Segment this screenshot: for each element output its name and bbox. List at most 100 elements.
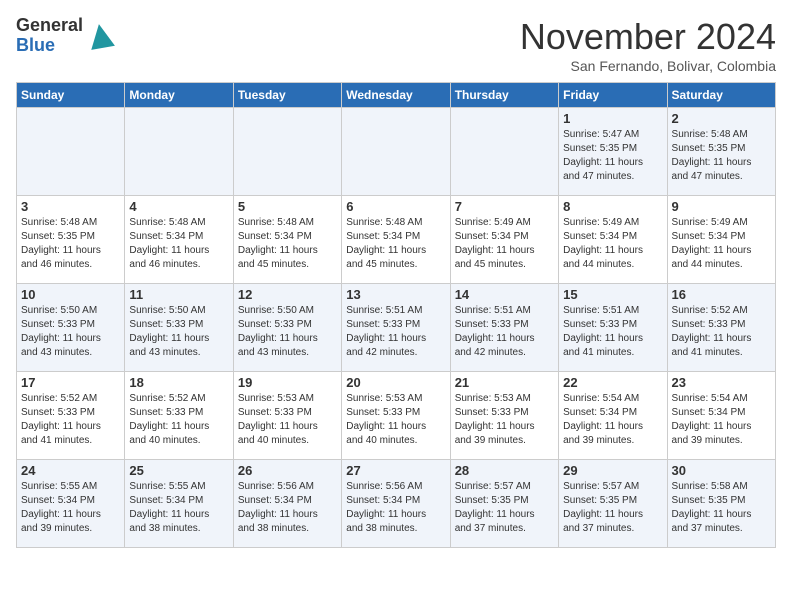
day-info: Sunrise: 5:53 AM Sunset: 5:33 PM Dayligh… [455, 392, 554, 448]
day-info: Sunrise: 5:58 AM Sunset: 5:35 PM Dayligh… [672, 480, 771, 536]
calendar-cell: 19 Sunrise: 5:53 AM Sunset: 5:33 PM Dayli… [233, 372, 341, 460]
calendar-cell [342, 108, 450, 196]
day-info: Sunrise: 5:52 AM Sunset: 5:33 PM Dayligh… [129, 392, 228, 448]
calendar-table: SundayMondayTuesdayWednesdayThursdayFrid… [16, 82, 776, 548]
day-number: 17 [21, 375, 120, 390]
day-info: Sunrise: 5:48 AM Sunset: 5:35 PM Dayligh… [21, 216, 120, 272]
logo-icon [87, 22, 115, 50]
calendar-cell: 24 Sunrise: 5:55 AM Sunset: 5:34 PM Dayli… [17, 460, 125, 548]
day-number: 1 [563, 111, 662, 126]
day-info: Sunrise: 5:53 AM Sunset: 5:33 PM Dayligh… [238, 392, 337, 448]
calendar-cell: 28Sunrise: 5:57 AM Sunset: 5:35 PM Dayli… [450, 460, 558, 548]
calendar-week-4: 24 Sunrise: 5:55 AM Sunset: 5:34 PM Dayli… [17, 460, 776, 548]
calendar-cell: 8 Sunrise: 5:49 AM Sunset: 5:34 PM Daylig… [559, 196, 667, 284]
day-info: Sunrise: 5:51 AM Sunset: 5:33 PM Dayligh… [455, 304, 554, 360]
day-number: 13 [346, 287, 445, 302]
page-header: General Blue November 2024 San Fernando,… [16, 16, 776, 74]
day-info: Sunrise: 5:50 AM Sunset: 5:33 PM Dayligh… [238, 304, 337, 360]
calendar-cell [233, 108, 341, 196]
day-header-friday: Friday [559, 83, 667, 108]
calendar-cell: 13 Sunrise: 5:51 AM Sunset: 5:33 PM Dayli… [342, 284, 450, 372]
calendar-cell: 25Sunrise: 5:55 AM Sunset: 5:34 PM Dayli… [125, 460, 233, 548]
day-info: Sunrise: 5:57 AM Sunset: 5:35 PM Dayligh… [455, 480, 554, 536]
day-header-monday: Monday [125, 83, 233, 108]
calendar-cell: 7Sunrise: 5:49 AM Sunset: 5:34 PM Daylig… [450, 196, 558, 284]
calendar-cell: 16Sunrise: 5:52 AM Sunset: 5:33 PM Dayli… [667, 284, 775, 372]
day-number: 27 [346, 463, 445, 478]
calendar-cell: 11 Sunrise: 5:50 AM Sunset: 5:33 PM Dayli… [125, 284, 233, 372]
day-number: 3 [21, 199, 120, 214]
day-info: Sunrise: 5:54 AM Sunset: 5:34 PM Dayligh… [563, 392, 662, 448]
day-number: 19 [238, 375, 337, 390]
calendar-cell: 30 Sunrise: 5:58 AM Sunset: 5:35 PM Dayli… [667, 460, 775, 548]
day-number: 21 [455, 375, 554, 390]
day-info: Sunrise: 5:49 AM Sunset: 5:34 PM Dayligh… [563, 216, 662, 272]
day-number: 20 [346, 375, 445, 390]
day-info: Sunrise: 5:49 AM Sunset: 5:34 PM Dayligh… [672, 216, 771, 272]
day-info: Sunrise: 5:53 AM Sunset: 5:33 PM Dayligh… [346, 392, 445, 448]
day-info: Sunrise: 5:52 AM Sunset: 5:33 PM Dayligh… [21, 392, 120, 448]
calendar-cell: 6 Sunrise: 5:48 AM Sunset: 5:34 PM Daylig… [342, 196, 450, 284]
day-info: Sunrise: 5:47 AM Sunset: 5:35 PM Dayligh… [563, 128, 662, 184]
day-number: 22 [563, 375, 662, 390]
calendar-cell: 12 Sunrise: 5:50 AM Sunset: 5:33 PM Dayli… [233, 284, 341, 372]
day-info: Sunrise: 5:55 AM Sunset: 5:34 PM Dayligh… [21, 480, 120, 536]
day-number: 23 [672, 375, 771, 390]
day-info: Sunrise: 5:48 AM Sunset: 5:34 PM Dayligh… [238, 216, 337, 272]
day-number: 29 [563, 463, 662, 478]
calendar-cell: 27Sunrise: 5:56 AM Sunset: 5:34 PM Dayli… [342, 460, 450, 548]
calendar-cell: 9Sunrise: 5:49 AM Sunset: 5:34 PM Daylig… [667, 196, 775, 284]
calendar-cell: 2 Sunrise: 5:48 AM Sunset: 5:35 PM Daylig… [667, 108, 775, 196]
calendar-cell: 18 Sunrise: 5:52 AM Sunset: 5:33 PM Dayli… [125, 372, 233, 460]
calendar-header: SundayMondayTuesdayWednesdayThursdayFrid… [17, 83, 776, 108]
day-info: Sunrise: 5:48 AM Sunset: 5:34 PM Dayligh… [129, 216, 228, 272]
day-header-sunday: Sunday [17, 83, 125, 108]
day-header-tuesday: Tuesday [233, 83, 341, 108]
day-info: Sunrise: 5:51 AM Sunset: 5:33 PM Dayligh… [346, 304, 445, 360]
day-info: Sunrise: 5:50 AM Sunset: 5:33 PM Dayligh… [129, 304, 228, 360]
day-info: Sunrise: 5:56 AM Sunset: 5:34 PM Dayligh… [238, 480, 337, 536]
calendar-week-1: 3 Sunrise: 5:48 AM Sunset: 5:35 PM Daylig… [17, 196, 776, 284]
day-header-saturday: Saturday [667, 83, 775, 108]
day-number: 11 [129, 287, 228, 302]
day-number: 24 [21, 463, 120, 478]
calendar-week-2: 10Sunrise: 5:50 AM Sunset: 5:33 PM Dayli… [17, 284, 776, 372]
calendar-cell: 26 Sunrise: 5:56 AM Sunset: 5:34 PM Dayli… [233, 460, 341, 548]
calendar-cell: 4 Sunrise: 5:48 AM Sunset: 5:34 PM Daylig… [125, 196, 233, 284]
logo-blue: Blue [16, 35, 55, 55]
day-number: 12 [238, 287, 337, 302]
calendar-cell: 10Sunrise: 5:50 AM Sunset: 5:33 PM Dayli… [17, 284, 125, 372]
day-number: 26 [238, 463, 337, 478]
day-number: 8 [563, 199, 662, 214]
calendar-cell [17, 108, 125, 196]
location: San Fernando, Bolivar, Colombia [520, 58, 776, 74]
calendar-cell [450, 108, 558, 196]
day-info: Sunrise: 5:51 AM Sunset: 5:33 PM Dayligh… [563, 304, 662, 360]
header-row: SundayMondayTuesdayWednesdayThursdayFrid… [17, 83, 776, 108]
logo: General Blue [16, 16, 115, 56]
calendar-cell: 17 Sunrise: 5:52 AM Sunset: 5:33 PM Dayli… [17, 372, 125, 460]
calendar-cell: 22 Sunrise: 5:54 AM Sunset: 5:34 PM Dayli… [559, 372, 667, 460]
calendar-cell: 5Sunrise: 5:48 AM Sunset: 5:34 PM Daylig… [233, 196, 341, 284]
day-number: 14 [455, 287, 554, 302]
calendar-cell: 29 Sunrise: 5:57 AM Sunset: 5:35 PM Dayli… [559, 460, 667, 548]
calendar-cell: 14 Sunrise: 5:51 AM Sunset: 5:33 PM Dayli… [450, 284, 558, 372]
day-header-thursday: Thursday [450, 83, 558, 108]
logo-general: General [16, 15, 83, 35]
day-header-wednesday: Wednesday [342, 83, 450, 108]
day-number: 30 [672, 463, 771, 478]
title-area: November 2024 San Fernando, Bolivar, Col… [520, 16, 776, 74]
day-number: 18 [129, 375, 228, 390]
day-number: 16 [672, 287, 771, 302]
day-number: 4 [129, 199, 228, 214]
day-info: Sunrise: 5:50 AM Sunset: 5:33 PM Dayligh… [21, 304, 120, 360]
day-info: Sunrise: 5:57 AM Sunset: 5:35 PM Dayligh… [563, 480, 662, 536]
month-title: November 2024 [520, 16, 776, 58]
calendar-cell [125, 108, 233, 196]
day-number: 2 [672, 111, 771, 126]
day-info: Sunrise: 5:48 AM Sunset: 5:34 PM Dayligh… [346, 216, 445, 272]
day-info: Sunrise: 5:49 AM Sunset: 5:34 PM Dayligh… [455, 216, 554, 272]
day-info: Sunrise: 5:48 AM Sunset: 5:35 PM Dayligh… [672, 128, 771, 184]
calendar-body: 1 Sunrise: 5:47 AM Sunset: 5:35 PM Daylig… [17, 108, 776, 548]
day-number: 6 [346, 199, 445, 214]
